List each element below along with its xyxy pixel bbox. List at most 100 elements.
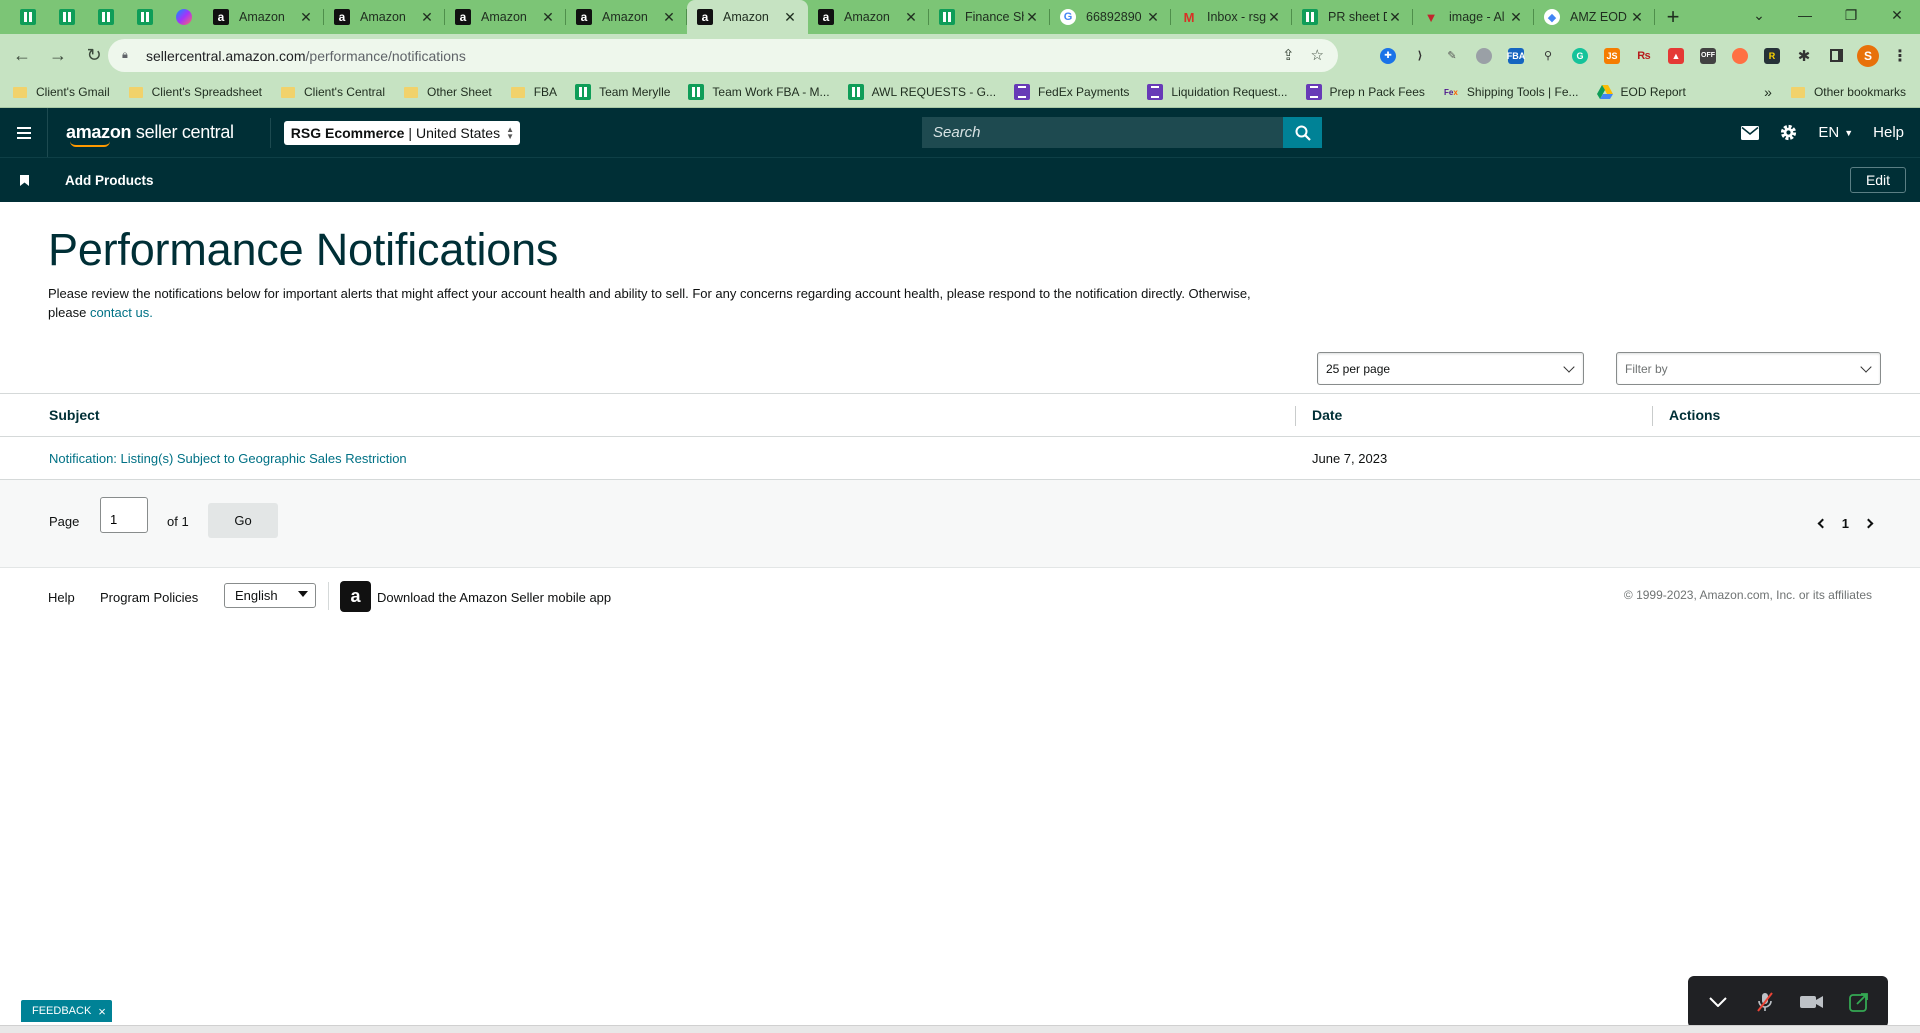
settings-gear-icon[interactable] (1779, 123, 1798, 142)
menu-hamburger-icon[interactable] (0, 108, 48, 157)
bookmark-icon[interactable] (0, 174, 48, 186)
bookmark-item[interactable]: Prep n Pack Fees (1305, 84, 1425, 100)
browser-tab[interactable]: a Amazon ✕ (324, 0, 445, 34)
bookmark-item[interactable]: Team Work FBA - M... (688, 84, 830, 100)
bookmark-item[interactable]: FBA (510, 84, 557, 100)
filter-dropdown[interactable]: Filter by (1616, 352, 1881, 385)
column-header-subject[interactable]: Subject (49, 407, 100, 423)
bookmark-item[interactable]: Liquidation Request... (1147, 84, 1288, 100)
bookmark-item[interactable]: Client's Gmail (12, 84, 110, 100)
extension-icon[interactable] (1468, 40, 1500, 72)
side-panel-icon[interactable] (1820, 40, 1852, 72)
extension-icon[interactable]: JS (1596, 40, 1628, 72)
close-tab-icon[interactable]: ✕ (1266, 9, 1282, 26)
amazon-app-icon[interactable]: a (340, 581, 371, 612)
extension-icon[interactable]: FBA (1500, 40, 1532, 72)
pinned-tab-messenger[interactable] (164, 0, 203, 34)
pinned-tab-sheets[interactable] (86, 0, 125, 34)
bookmark-item[interactable]: Other Sheet (403, 84, 492, 100)
add-products-link[interactable]: Add Products (65, 173, 154, 188)
extension-icon[interactable]: OFF (1692, 40, 1724, 72)
restore-button[interactable]: ❐ (1828, 0, 1874, 30)
reload-button[interactable]: ↻ (78, 40, 110, 72)
bookmark-item[interactable]: AWL REQUESTS - G... (847, 84, 996, 100)
bookmark-item[interactable]: Fex Shipping Tools | Fe... (1443, 84, 1579, 100)
browser-tab[interactable]: ▼ image - Al ✕ (1413, 0, 1534, 34)
close-tab-icon[interactable]: ✕ (1629, 9, 1645, 26)
current-page-number[interactable]: 1 (1842, 516, 1849, 531)
close-tab-icon[interactable]: ✕ (1387, 9, 1403, 26)
go-button[interactable]: Go (208, 503, 278, 538)
chevron-down-icon[interactable] (1704, 988, 1732, 1016)
back-button[interactable]: ← (6, 40, 38, 72)
extensions-puzzle-icon[interactable]: ✱ (1788, 40, 1820, 72)
pinned-tab-sheets[interactable] (125, 0, 164, 34)
microphone-muted-icon[interactable] (1751, 988, 1779, 1016)
close-tab-icon[interactable]: ✕ (419, 9, 435, 26)
language-selector[interactable]: EN ▼ (1818, 124, 1853, 141)
minimize-button[interactable]: — (1782, 0, 1828, 30)
share-icon[interactable]: ⇪ (1282, 46, 1295, 64)
camera-icon[interactable] (1798, 988, 1826, 1016)
browser-tab[interactable]: G 66892890 ✕ (1050, 0, 1171, 34)
bookmark-item[interactable]: EOD Report (1596, 84, 1686, 100)
download-app-link[interactable]: Download the Amazon Seller mobile app (377, 590, 611, 605)
extension-icon[interactable]: ₨ (1628, 40, 1660, 72)
close-tab-icon[interactable]: ✕ (540, 9, 556, 26)
program-policies-link[interactable]: Program Policies (100, 590, 198, 605)
bookmarks-overflow-icon[interactable]: » (1764, 84, 1772, 100)
extension-icon[interactable]: ⟩ (1404, 40, 1436, 72)
extension-icon[interactable] (1724, 40, 1756, 72)
bookmark-item[interactable]: FedEx Payments (1014, 84, 1129, 100)
browser-tab[interactable]: a Amazon ✕ (445, 0, 566, 34)
close-icon[interactable]: × (98, 1004, 106, 1019)
browser-tab[interactable]: ◆ AMZ EOD ✕ (1534, 0, 1655, 34)
bookmark-item[interactable]: Client's Spreadsheet (128, 84, 262, 100)
search-button[interactable] (1283, 117, 1322, 148)
close-tab-icon[interactable]: ✕ (903, 9, 919, 26)
browser-tab[interactable]: a Amazon ✕ (566, 0, 687, 34)
new-tab-button[interactable]: + (1655, 0, 1691, 34)
close-window-button[interactable]: ✕ (1874, 0, 1920, 30)
per-page-dropdown[interactable]: 25 per page (1317, 352, 1584, 385)
extension-icon[interactable]: ✎ (1436, 40, 1468, 72)
browser-menu-icon[interactable]: ⋮ (1884, 40, 1916, 72)
footer-language-select[interactable]: English (224, 583, 316, 608)
address-bar[interactable]: 🔒︎ sellercentral.amazon.com/performance/… (108, 39, 1338, 72)
search-input[interactable] (922, 117, 1283, 148)
browser-tab[interactable]: a Amazon ✕ (808, 0, 929, 34)
footer-help-link[interactable]: Help (48, 590, 75, 605)
seller-central-logo[interactable]: amazon seller central (66, 122, 234, 147)
extension-icon[interactable]: ✚ (1372, 40, 1404, 72)
pinned-tab-sheets[interactable] (8, 0, 47, 34)
edit-button[interactable]: Edit (1850, 167, 1906, 193)
close-tab-icon[interactable]: ✕ (782, 9, 798, 26)
contact-us-link[interactable]: contact us. (90, 305, 153, 320)
account-switcher[interactable]: RSG Ecommerce | United States ▲ ▼ (283, 120, 520, 145)
extension-icon[interactable]: R (1756, 40, 1788, 72)
notification-subject-link[interactable]: Notification: Listing(s) Subject to Geog… (49, 451, 407, 466)
tab-search-icon[interactable]: ⌄ (1736, 0, 1782, 30)
share-screen-icon[interactable] (1845, 988, 1873, 1016)
help-link[interactable]: Help (1873, 124, 1904, 141)
pinned-tab-sheets[interactable] (47, 0, 86, 34)
browser-tab[interactable]: a Amazon ✕ (203, 0, 324, 34)
page-number-input[interactable] (100, 497, 148, 533)
horizontal-scrollbar[interactable] (0, 1025, 1920, 1033)
browser-tab[interactable]: a Amazon ✕ (687, 0, 808, 34)
bookmark-item[interactable]: Client's Central (280, 84, 385, 100)
close-tab-icon[interactable]: ✕ (1508, 9, 1524, 26)
bookmark-item[interactable]: Team Merylle (575, 84, 670, 100)
next-page-icon[interactable] (1863, 518, 1874, 529)
mail-icon[interactable] (1741, 125, 1760, 140)
close-tab-icon[interactable]: ✕ (1024, 9, 1040, 26)
browser-tab[interactable]: M Inbox - rsg ✕ (1171, 0, 1292, 34)
column-header-date[interactable]: Date (1312, 407, 1342, 423)
star-icon[interactable]: ☆ (1311, 46, 1324, 64)
close-tab-icon[interactable]: ✕ (298, 9, 314, 26)
previous-page-icon[interactable] (1817, 518, 1828, 529)
browser-tab[interactable]: PR sheet D ✕ (1292, 0, 1413, 34)
other-bookmarks[interactable]: Other bookmarks (1790, 84, 1906, 100)
close-tab-icon[interactable]: ✕ (661, 9, 677, 26)
profile-avatar[interactable]: S (1852, 40, 1884, 72)
